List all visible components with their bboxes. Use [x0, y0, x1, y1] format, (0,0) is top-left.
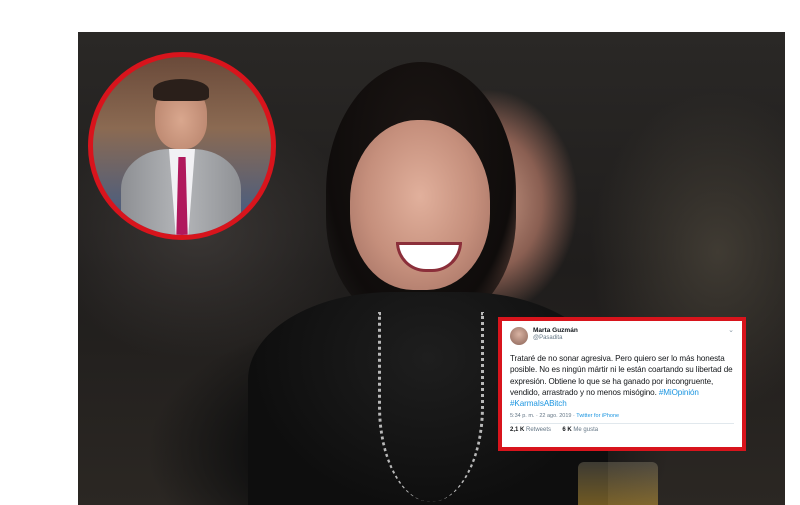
hashtag-link[interactable]: #KarmaIsABitch — [510, 399, 567, 408]
drink-glass — [578, 462, 658, 505]
like-count[interactable]: 6 K — [562, 427, 571, 433]
tweet-handle[interactable]: @Pasadita — [533, 335, 728, 342]
hashtag-link[interactable]: #MiOpinión — [659, 388, 699, 397]
tweet-display-name[interactable]: Marta Guzmán — [533, 327, 728, 335]
retweet-count[interactable]: 2,1 K — [510, 427, 524, 433]
like-label[interactable]: Me gusta — [573, 427, 598, 433]
tweet-stats: 2,1 K Retweets 6 K Me gusta — [510, 427, 734, 433]
tweet-author: Marta Guzmán @Pasadita — [533, 327, 728, 342]
chevron-down-icon[interactable]: ⌄ — [728, 327, 734, 335]
tweet-text: Trataré de no sonar agresiva. Pero quier… — [510, 354, 733, 397]
tweet-meta: 5:34 p. m. · 22 ago. 2019 · Twitter for … — [510, 413, 734, 419]
avatar[interactable] — [510, 327, 528, 345]
inset-man-hair — [153, 79, 209, 101]
tweet-source[interactable]: Twitter for iPhone — [576, 413, 619, 419]
inset-portrait-circle — [88, 52, 276, 240]
tweet-header: Marta Guzmán @Pasadita ⌄ — [510, 327, 734, 345]
tweet-body: Trataré de no sonar agresiva. Pero quier… — [510, 353, 734, 409]
tweet-screenshot: Marta Guzmán @Pasadita ⌄ Trataré de no s… — [498, 317, 746, 451]
tweet-timestamp[interactable]: 5:34 p. m. · 22 ago. 2019 · — [510, 413, 575, 419]
retweet-label[interactable]: Retweets — [526, 427, 551, 433]
divider — [510, 423, 734, 425]
woman-necklace — [378, 312, 484, 502]
